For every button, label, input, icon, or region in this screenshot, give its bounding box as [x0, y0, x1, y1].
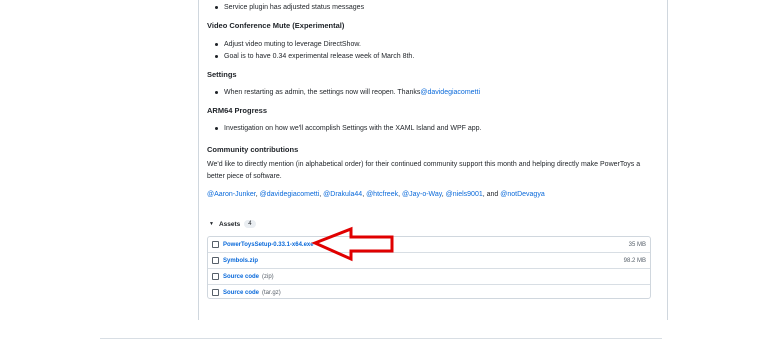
asset-link[interactable]: Source code — [223, 290, 259, 296]
asset-size: 98.2 MB — [623, 257, 646, 264]
contributor-link[interactable]: @davidegiacometti — [260, 191, 320, 198]
asset-format: (tar.gz) — [262, 289, 281, 296]
community-paragraph: We'd like to directly mention (in alphab… — [207, 161, 641, 180]
separator-text: , and — [482, 191, 501, 198]
list-item: When restarting as admin, the settings n… — [215, 88, 480, 97]
asset-link[interactable]: PowerToysSetup-0.33.1-x64.exe — [223, 242, 314, 248]
contributor-link[interactable]: @niels9001 — [446, 191, 483, 198]
contributor-link[interactable]: @Aaron-Junker — [207, 191, 256, 198]
asset-row[interactable]: Source code (tar.gz) — [208, 285, 650, 300]
section-heading: Video Conference Mute (Experimental) — [207, 21, 345, 30]
assets-label: Assets — [218, 220, 241, 228]
assets-toggle[interactable]: ▼ Assets 4 — [209, 220, 256, 228]
file-zip-icon — [212, 273, 219, 280]
assets-count-badge: 4 — [244, 220, 256, 228]
list-item: Investigation on how we'll accomplish Se… — [215, 124, 482, 133]
asset-link[interactable]: Symbols.zip — [223, 258, 258, 264]
contributor-link[interactable]: @htcfreek — [366, 191, 398, 198]
section-heading: Settings — [207, 70, 237, 79]
list-item: Service plugin has adjusted status messa… — [215, 3, 364, 12]
contributor-link[interactable]: @Drakula44 — [323, 191, 362, 198]
contributor-link[interactable]: @Jay-o-Way — [402, 191, 442, 198]
asset-row[interactable]: PowerToysSetup-0.33.1-x64.exe 35 MB — [208, 237, 650, 252]
asset-row[interactable]: Symbols.zip 98.2 MB — [208, 253, 650, 268]
assets-list: PowerToysSetup-0.33.1-x64.exe 35 MB Symb… — [207, 236, 651, 299]
asset-format: (zip) — [262, 273, 274, 280]
list-item: Goal is to have 0.34 experimental releas… — [215, 52, 414, 61]
asset-link[interactable]: Source code — [223, 274, 259, 280]
contributors-line: @Aaron-Junker, @davidegiacometti, @Draku… — [207, 189, 647, 201]
footer-divider — [100, 338, 662, 339]
user-mention-link[interactable]: @davidegiacometti — [420, 88, 480, 97]
contributor-link[interactable]: @notDevagya — [500, 191, 544, 198]
section-heading: Community contributions — [207, 145, 299, 154]
list-item: Adjust video muting to leverage DirectSh… — [215, 40, 361, 49]
section-heading: ARM64 Progress — [207, 106, 268, 115]
content-frame-left — [198, 0, 199, 320]
file-zip-icon — [212, 289, 219, 296]
asset-size: 35 MB — [628, 241, 646, 248]
list-item-text: When restarting as admin, the settings n… — [224, 89, 421, 96]
package-icon — [212, 257, 219, 264]
caret-down-icon: ▼ — [209, 221, 214, 227]
asset-row[interactable]: Source code (zip) — [208, 269, 650, 284]
content-frame-right — [667, 0, 668, 320]
package-icon — [212, 241, 219, 248]
